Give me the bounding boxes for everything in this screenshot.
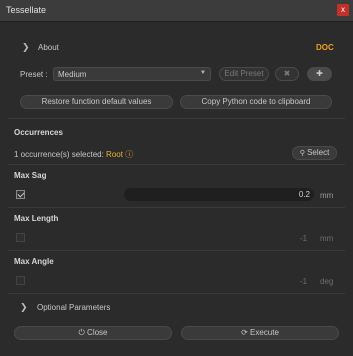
- preset-select[interactable]: Medium ▼: [53, 67, 211, 81]
- optional-parameters-toggle[interactable]: Optional Parameters: [37, 303, 110, 312]
- occurrences-status: 1 occurrence(s) selected: Root ⓘ: [14, 149, 133, 160]
- max-sag-label: Max Sag: [14, 171, 47, 180]
- divider: [8, 164, 345, 165]
- execute-button-label: Execute: [250, 328, 279, 337]
- max-length-unit: mm: [320, 234, 334, 243]
- restore-defaults-button[interactable]: Restore function default values: [20, 95, 173, 109]
- power-icon: ⏻: [78, 328, 85, 337]
- preset-value: Medium: [58, 70, 87, 79]
- divider: [8, 250, 345, 251]
- select-button[interactable]: ⚲ Select: [292, 146, 337, 160]
- chevron-right-icon[interactable]: ❯: [20, 302, 28, 313]
- divider: [8, 118, 345, 119]
- add-preset-button[interactable]: ✚: [307, 67, 332, 81]
- max-angle-unit: deg: [320, 277, 334, 286]
- max-angle-label: Max Angle: [14, 257, 54, 266]
- chevron-right-icon[interactable]: ❯: [22, 42, 30, 53]
- select-button-label: Select: [307, 148, 330, 157]
- max-sag-unit: mm: [320, 191, 334, 200]
- clear-preset-button[interactable]: ✖: [275, 67, 299, 81]
- plus-icon: ✚: [316, 69, 323, 78]
- occurrences-selected-text: 1 occurrence(s) selected:: [14, 150, 107, 159]
- window-close-button[interactable]: x: [337, 4, 349, 16]
- refresh-icon: ⟳: [241, 328, 248, 337]
- preset-label: Preset :: [20, 70, 48, 79]
- copy-python-button[interactable]: Copy Python code to clipboard: [180, 95, 332, 109]
- selected-root-link[interactable]: Root: [106, 150, 123, 159]
- max-angle-value[interactable]: -1: [300, 277, 307, 286]
- close-button-label: Close: [87, 328, 108, 337]
- info-icon[interactable]: ⓘ: [125, 150, 133, 159]
- dropdown-arrow-icon: ▼: [200, 70, 206, 76]
- about-toggle[interactable]: About: [38, 43, 59, 52]
- execute-button[interactable]: ⟳ Execute: [181, 326, 339, 340]
- occurrences-header: Occurrences: [14, 128, 63, 137]
- max-sag-input[interactable]: 0.2: [124, 188, 314, 201]
- max-length-checkbox[interactable]: [16, 233, 25, 242]
- max-length-label: Max Length: [14, 214, 59, 223]
- search-icon: ⚲: [299, 150, 305, 157]
- divider: [8, 207, 345, 208]
- clear-icon: ✖: [283, 69, 291, 78]
- max-angle-checkbox[interactable]: [16, 276, 25, 285]
- window-title: Tessellate: [6, 5, 47, 15]
- edit-preset-button[interactable]: Edit Preset: [219, 67, 269, 81]
- title-bar: Tessellate x: [0, 0, 353, 22]
- max-length-value[interactable]: -1: [300, 234, 307, 243]
- max-sag-value: 0.2: [298, 190, 310, 199]
- divider: [8, 293, 345, 294]
- max-sag-checkbox[interactable]: [16, 190, 25, 199]
- doc-link[interactable]: DOC: [316, 43, 334, 52]
- close-button[interactable]: ⏻ Close: [14, 326, 172, 340]
